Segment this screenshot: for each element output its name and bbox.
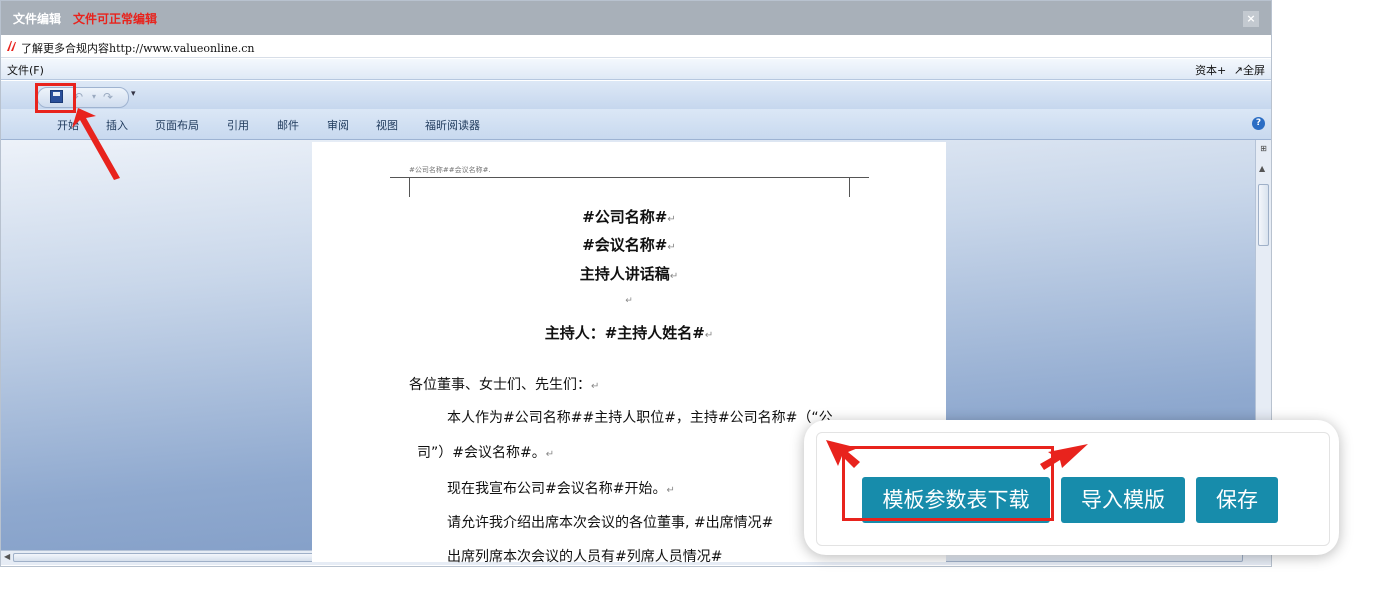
doc-title-meeting: #会议名称#↵	[582, 236, 676, 254]
tab-insert[interactable]: 插入	[106, 117, 128, 133]
customize-toolbar-icon[interactable]: ▾	[131, 89, 136, 99]
valueonline-logo-icon	[7, 41, 16, 51]
tab-page-layout[interactable]: 页面布局	[155, 117, 199, 133]
doc-para2: 现在我宣布公司#会议名称#开始。↵	[447, 481, 675, 497]
menu-right-group: 资本+ ↗全屏	[1191, 62, 1265, 78]
page-header-rule	[390, 177, 869, 197]
ruler-toggle-icon[interactable]: ⊞	[1258, 144, 1269, 154]
save-button[interactable]: 保存	[1196, 477, 1278, 523]
tab-foxit-reader[interactable]: 福昕阅读器	[425, 117, 480, 133]
doc-host-line: 主持人：#主持人姓名#↵	[544, 324, 714, 342]
tab-references[interactable]: 引用	[227, 117, 249, 133]
ribbon-tabs: 开始 插入 页面布局 引用 邮件 审阅 视图 福昕阅读器 ?	[1, 109, 1271, 140]
doc-para4: 出席列席本次会议的人员有#列席人员情况#	[447, 549, 723, 565]
scroll-up-icon[interactable]: ▲	[1259, 164, 1265, 173]
title-bar: 文件编辑 文件可正常编辑 ×	[1, 1, 1271, 35]
doc-title-company: #公司名称#↵	[582, 208, 676, 226]
download-button-highlight	[842, 446, 1054, 521]
redo-icon[interactable]: ↷	[100, 90, 116, 104]
doc-para3: 请允许我介绍出席本次会议的各位董事, #出席情况#	[447, 515, 774, 531]
doc-title-speech: 主持人讲话稿↵	[579, 265, 679, 283]
scroll-left-icon[interactable]: ◀	[4, 552, 10, 561]
quick-access-toolbar: ↶ ▾ ↷ ▾	[1, 81, 1271, 110]
tab-review[interactable]: 审阅	[327, 117, 349, 133]
menu-file[interactable]: 文件(F)	[7, 62, 44, 78]
vertical-scroll-thumb[interactable]	[1258, 184, 1269, 246]
fullscreen-button[interactable]: ↗全屏	[1234, 64, 1265, 77]
capital-plus-link[interactable]: 资本+	[1195, 64, 1226, 77]
window-status: 文件可正常编辑	[73, 12, 158, 26]
menu-bar: 文件(F) 资本+ ↗全屏	[1, 59, 1271, 80]
help-icon[interactable]: ?	[1252, 117, 1265, 130]
info-link[interactable]: 了解更多合规内容http://www.valueonline.cn	[21, 40, 255, 56]
import-template-button[interactable]: 导入模版	[1061, 477, 1185, 523]
page-header-text: #公司名称##会议名称#.	[409, 166, 491, 174]
empty-paragraph-mark: ↵	[625, 296, 633, 306]
tab-view[interactable]: 视图	[376, 117, 398, 133]
doc-para1-line2: 司”）#会议名称#。↵	[417, 445, 555, 461]
window-title: 文件编辑	[13, 12, 62, 26]
save-icon-highlight	[35, 83, 76, 113]
doc-salutation: 各位董事、女士们、先生们：↵	[409, 377, 600, 393]
info-bar: 了解更多合规内容http://www.valueonline.cn	[1, 37, 1271, 58]
close-icon[interactable]: ×	[1243, 11, 1259, 27]
doc-para1-line1: 本人作为#公司名称##主持人职位#，主持#公司名称#（“公	[447, 410, 833, 426]
tab-mailings[interactable]: 邮件	[277, 117, 299, 133]
tab-home[interactable]: 开始	[57, 117, 79, 133]
